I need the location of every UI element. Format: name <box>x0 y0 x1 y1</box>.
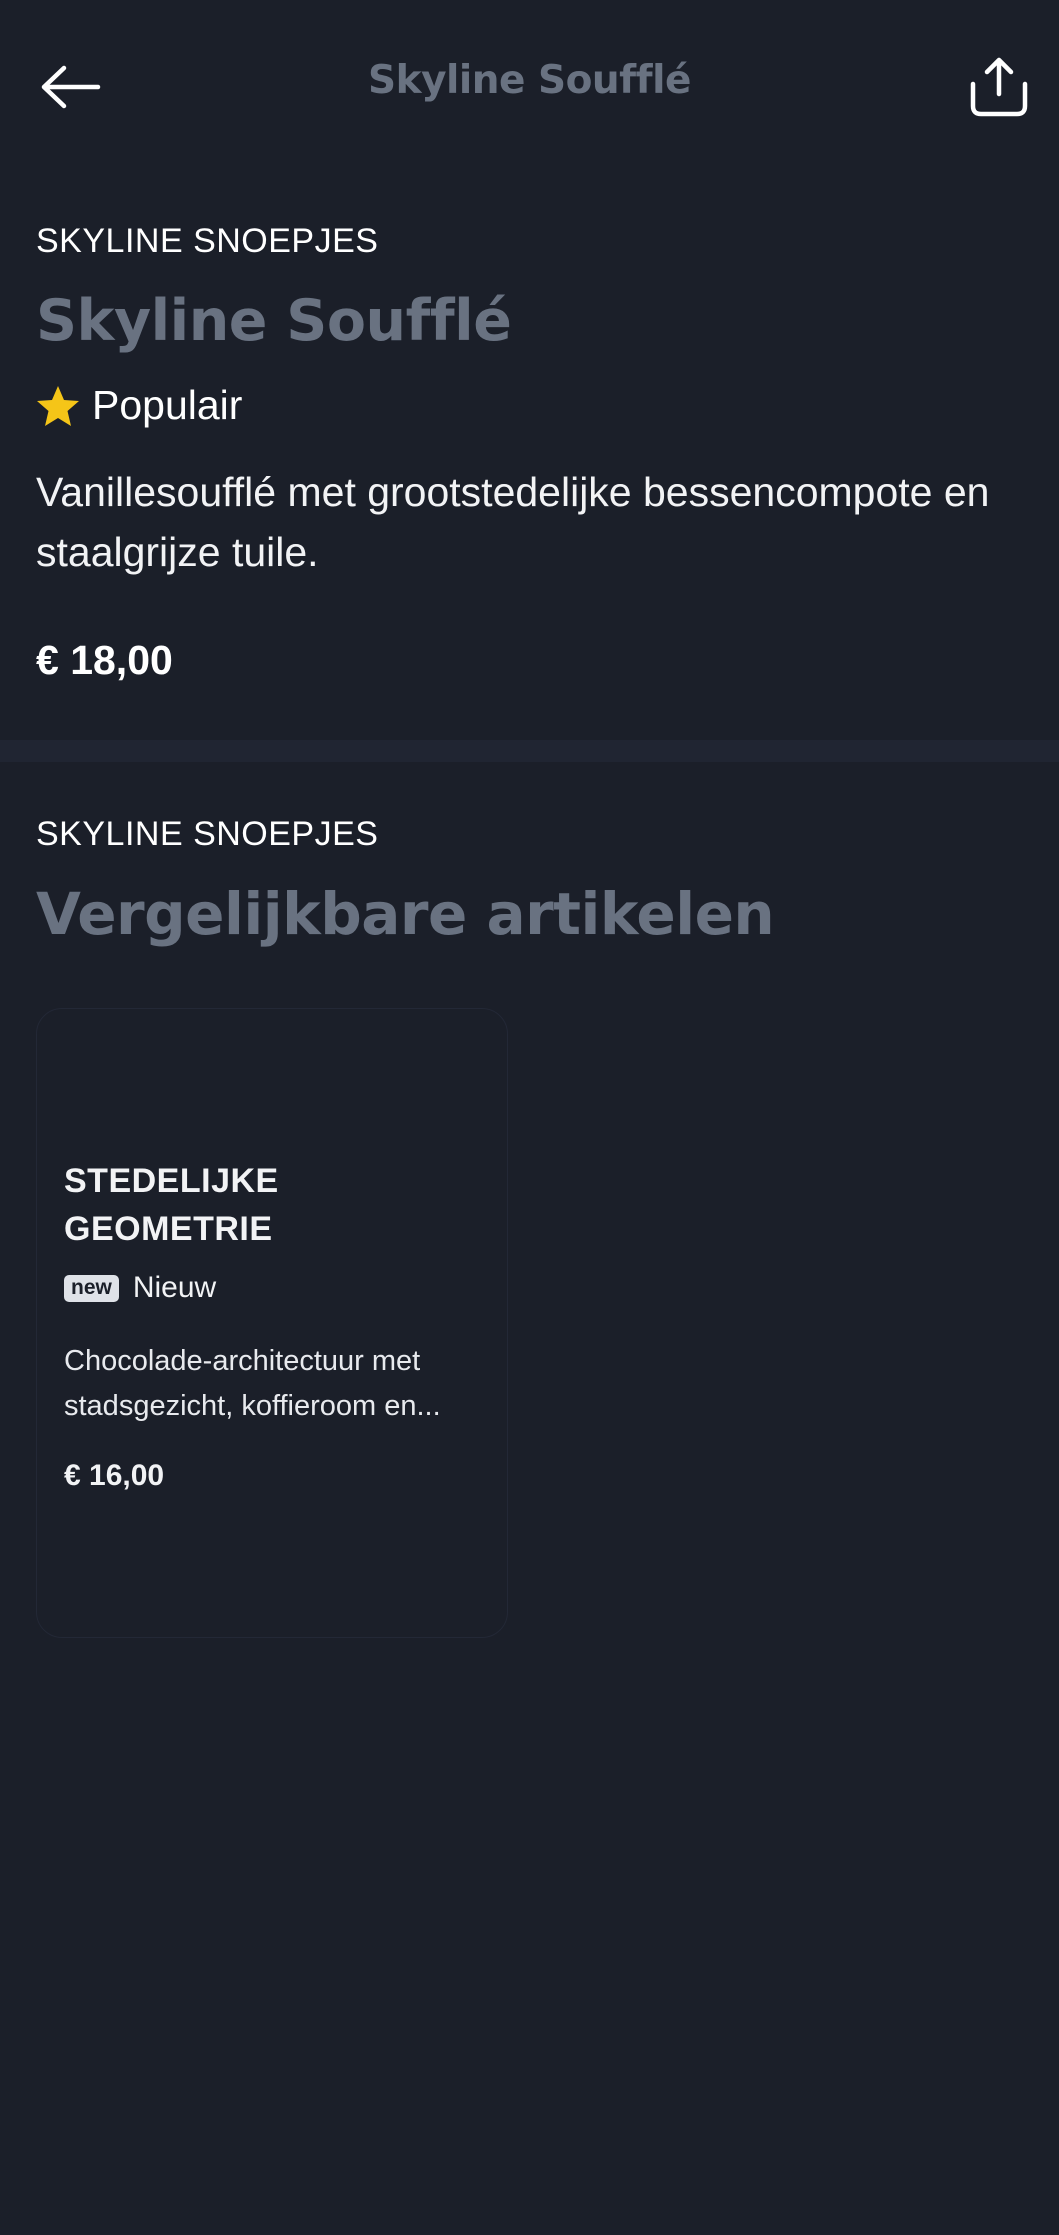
page-title: Skyline Soufflé <box>368 58 691 103</box>
new-badge: new <box>64 1274 119 1302</box>
similar-item-badge-row: new Nieuw <box>64 1271 216 1305</box>
share-icon <box>970 57 1028 117</box>
section-divider <box>0 740 1059 762</box>
similar-heading: Vergelijkbare artikelen <box>36 880 775 948</box>
popular-label: Populair <box>92 382 243 428</box>
similar-item-description: Chocolade-architectuur met stadsgezicht,… <box>64 1345 441 1422</box>
similar-item-title: STEDELIJKE GEOMETRIE <box>64 1162 279 1248</box>
new-badge-label: Nieuw <box>132 1271 217 1304</box>
product-description: Vanillesoufflé met grootstedelijke besse… <box>36 469 990 575</box>
similar-item-price: € 16,00 <box>64 1459 165 1492</box>
top-bar: Skyline Soufflé <box>0 0 1059 170</box>
similar-brand: SKYLINE SNOEPJES <box>36 815 378 854</box>
similar-item-card[interactable]: STEDELIJKE GEOMETRIE new Nieuw Chocolade… <box>36 1008 508 1638</box>
share-button[interactable] <box>961 48 1037 124</box>
brand-label: SKYLINE SNOEPJES <box>36 222 379 260</box>
product-brand: SKYLINE SNOEPJES <box>36 222 378 261</box>
star-icon <box>37 385 79 426</box>
product-name: Skyline Soufflé <box>36 288 512 354</box>
similar-brand-label: SKYLINE SNOEPJES <box>36 815 379 853</box>
popular-tag: Populair <box>36 382 242 429</box>
product-price: € 18,00 <box>36 637 173 683</box>
